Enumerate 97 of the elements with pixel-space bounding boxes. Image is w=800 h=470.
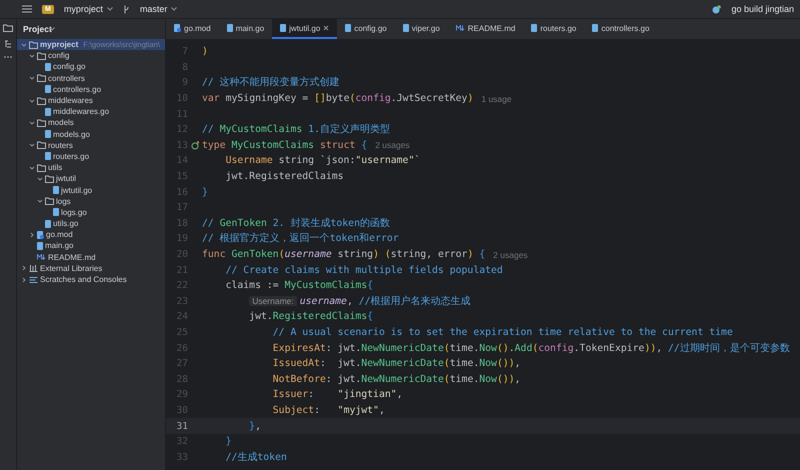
file-icon [280,24,286,32]
folder-icon [45,197,54,206]
file-icon [174,24,181,32]
file-icon [45,62,51,71]
file-icon [345,24,352,32]
file-tab[interactable]: go.mod [166,19,219,39]
tree-item[interactable]: middlewares.go [17,106,165,118]
branch-selector[interactable]: master [140,4,168,14]
file-icon [45,130,51,138]
tree-item[interactable]: models.go [17,128,165,140]
tree-item[interactable]: main.go [17,240,165,252]
code-line: // GenToken 2. 封装生成token的函数 [202,216,390,230]
code-line: ) [202,46,208,58]
code-line: func GenToken(username string) (string, error) { 2 usages [202,249,528,260]
tree-item[interactable]: Scratches and Consoles [17,274,165,286]
chevron-down-icon[interactable] [28,75,34,82]
close-icon[interactable] [323,25,330,31]
project-selector[interactable]: myproject [64,4,103,14]
code-line: // MyCustomClaims 1.自定义声明类型 [202,123,390,136]
file-tab[interactable]: README.md [448,19,524,39]
run-config-icon [712,4,722,14]
tree-item[interactable]: routers [17,140,165,151]
line-number: 31 [176,420,188,432]
tree-item[interactable]: utils [17,162,165,174]
tree-item[interactable]: middlewares [17,94,165,106]
folder-icon[interactable] [3,24,13,32]
file-icon [45,152,51,160]
tree-item[interactable]: models [17,117,165,128]
menu-icon[interactable] [22,5,32,13]
file-icon [531,24,538,32]
tree-item[interactable]: logs.go [17,206,165,218]
code-line: claims := MyCustomClaims{ [224,280,374,292]
tree-item[interactable]: jwtutil [17,173,165,184]
chevron-down-icon[interactable] [28,120,34,126]
code-line: jwt.RegisteredClaims{ [248,311,374,322]
tree-item[interactable]: go.mod [17,229,165,240]
file-tab[interactable]: routers.go [523,19,584,39]
folder-icon [37,141,46,150]
library-icon [29,264,38,272]
markdown-icon [37,254,46,260]
file-icon [226,24,233,32]
code-line: // 根据官方定义，返回一个token和error [202,232,399,246]
tree-item[interactable]: controllers.go [17,84,165,95]
tree-item[interactable]: logs [17,196,165,207]
code-line: IssuedAt: jwt.NewNumericDate(time.Now()), [272,358,521,370]
file-tab[interactable]: main.go [218,19,272,39]
file-icon [37,230,44,239]
code-line: } [202,186,208,198]
chevron-right-icon[interactable] [28,232,34,238]
code-line: ExpiresAt: jwt.NewNumericDate(time.Now().Add(config.TokenExpire)), //过期时间，是个可变参数 [272,342,790,355]
tree-item[interactable]: README.md [17,252,165,263]
structure-icon[interactable] [4,40,12,48]
caret-icon[interactable] [106,7,113,11]
file-icon [53,186,59,194]
tree-item[interactable]: controllers [17,72,165,84]
file-tab[interactable]: jwtutil.go [272,19,338,39]
chevron-down-icon[interactable] [28,142,34,148]
tree-item[interactable]: routers.go [17,150,165,162]
code-line: Username string `json:"username"` [224,155,420,166]
project-panel-title[interactable]: Project [23,24,52,34]
code-line: // 这种不能用段变量方式创建 [202,76,340,90]
caret-icon[interactable] [171,7,178,11]
code-line: jwt.RegisteredClaims [224,171,344,182]
file-icon [402,24,409,32]
code-line: // A usual scenario is to set the expiration time relative to the current time [272,326,733,338]
folder-icon [37,118,46,127]
tree-item[interactable]: config [17,50,165,62]
file-icon [592,24,598,32]
tree-item[interactable]: jwtutil.go [17,184,165,196]
code-line: Subject: "myjwt", [272,404,385,416]
code-line: Issuer: "jingtian", [272,389,403,400]
code-line: type MyCustomClaims struct { 2 usages [202,140,410,151]
file-tab[interactable]: controllers.go [584,19,658,39]
file-tab[interactable]: config.go [337,19,395,39]
code-line: // Create claims with multiple fields populated [224,264,503,276]
file-icon [45,108,51,116]
code-line: var mySigningKey = []byte(config.JwtSecretKey) 1 usage [202,93,512,104]
chevron-down-icon[interactable] [36,198,42,204]
implementation-icon[interactable] [190,140,200,150]
chevron-down-icon[interactable] [28,98,34,104]
code-line: }, [248,420,261,432]
markdown-icon [456,25,465,31]
file-tab[interactable]: viper.go [394,19,448,39]
code-line: } [224,436,232,448]
run-config-selector[interactable]: go build jingtian [731,4,794,14]
code-line: NotBefore: jwt.NewNumericDate(time.Now()), [272,374,521,385]
folder-icon [37,96,46,105]
scratches-icon [29,276,38,284]
folder-icon [37,74,46,82]
code-line: //生成token [224,450,287,464]
tree-item[interactable]: External Libraries [17,262,165,274]
code-line: Username: username, //根据用户名来动态生成 [202,294,471,308]
tree-item[interactable]: config.go [17,61,165,73]
file-icon [37,242,43,250]
tree-item[interactable]: utils.go [17,218,165,230]
branch-icon [122,4,130,14]
file-icon [45,85,51,94]
